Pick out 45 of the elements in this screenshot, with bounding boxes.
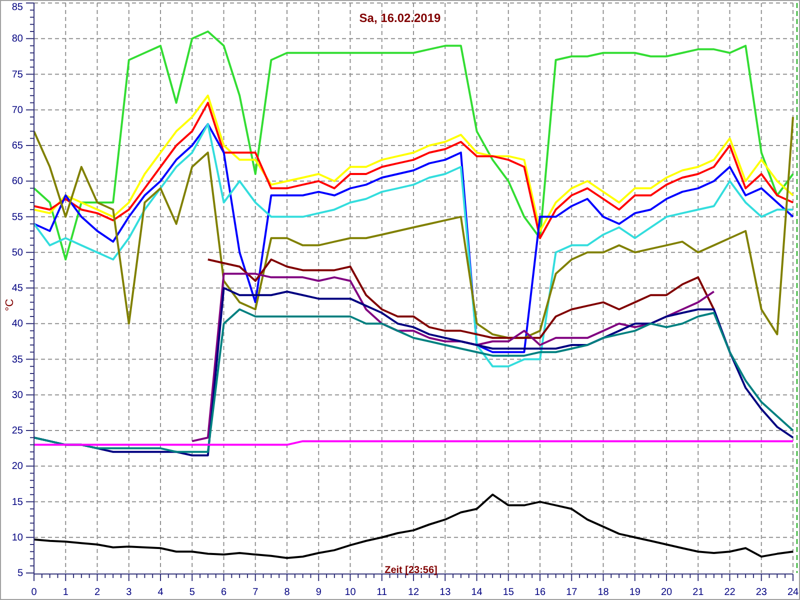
tick-label: 17 — [566, 587, 578, 598]
tick-label: 11 — [376, 587, 388, 598]
tick-label: 40 — [12, 318, 23, 330]
tick-label: 5 — [189, 587, 195, 598]
tick-label: 70 — [12, 104, 23, 116]
tick-label: 20 — [12, 461, 23, 472]
tick-label: 18 — [598, 587, 609, 598]
tick-label: 10 — [344, 587, 356, 598]
tick-label: 23 — [756, 587, 767, 598]
y-axis-label: °C — [4, 298, 16, 312]
tick-label: 22 — [724, 587, 736, 598]
tick-label: 19 — [629, 587, 640, 598]
tick-label: 65 — [12, 140, 23, 152]
tick-label: 85 — [12, 2, 23, 13]
tick-label: 12 — [408, 587, 420, 598]
tick-label: 60 — [12, 176, 23, 188]
tick-label: 16 — [534, 587, 546, 598]
tick-label: 10 — [12, 532, 23, 544]
tick-label: 15 — [12, 496, 23, 508]
tick-label: 2 — [94, 587, 100, 598]
tick-label: 13 — [440, 587, 451, 598]
tick-label: 3 — [126, 587, 132, 598]
tick-label: 14 — [471, 587, 482, 598]
tick-label: 21 — [692, 587, 704, 598]
tick-label: 75 — [12, 69, 23, 80]
tick-label: 6 — [220, 587, 227, 598]
tick-label: 45 — [12, 283, 23, 294]
tick-label: 20 — [660, 587, 672, 598]
chart-title: Sa, 16.02.2019 — [359, 11, 441, 25]
tick-label: 5 — [17, 568, 23, 579]
x-axis-label: Zeit [23:56] — [384, 565, 438, 576]
tick-label: 80 — [12, 34, 23, 45]
tick-label: 0 — [31, 587, 37, 598]
tick-label: 4 — [158, 587, 164, 598]
tick-label: 25 — [12, 426, 23, 436]
tick-label: 1 — [62, 587, 68, 598]
tick-label: 35 — [12, 354, 23, 366]
tick-label: 7 — [252, 587, 258, 598]
tick-label: 8 — [284, 587, 290, 598]
tick-label: 15 — [502, 587, 514, 598]
tick-label: 24 — [787, 587, 799, 598]
tick-label: 50 — [12, 247, 23, 258]
tick-label: 30 — [12, 390, 23, 401]
tick-label: 9 — [316, 587, 322, 598]
tick-label: 55 — [12, 212, 23, 223]
